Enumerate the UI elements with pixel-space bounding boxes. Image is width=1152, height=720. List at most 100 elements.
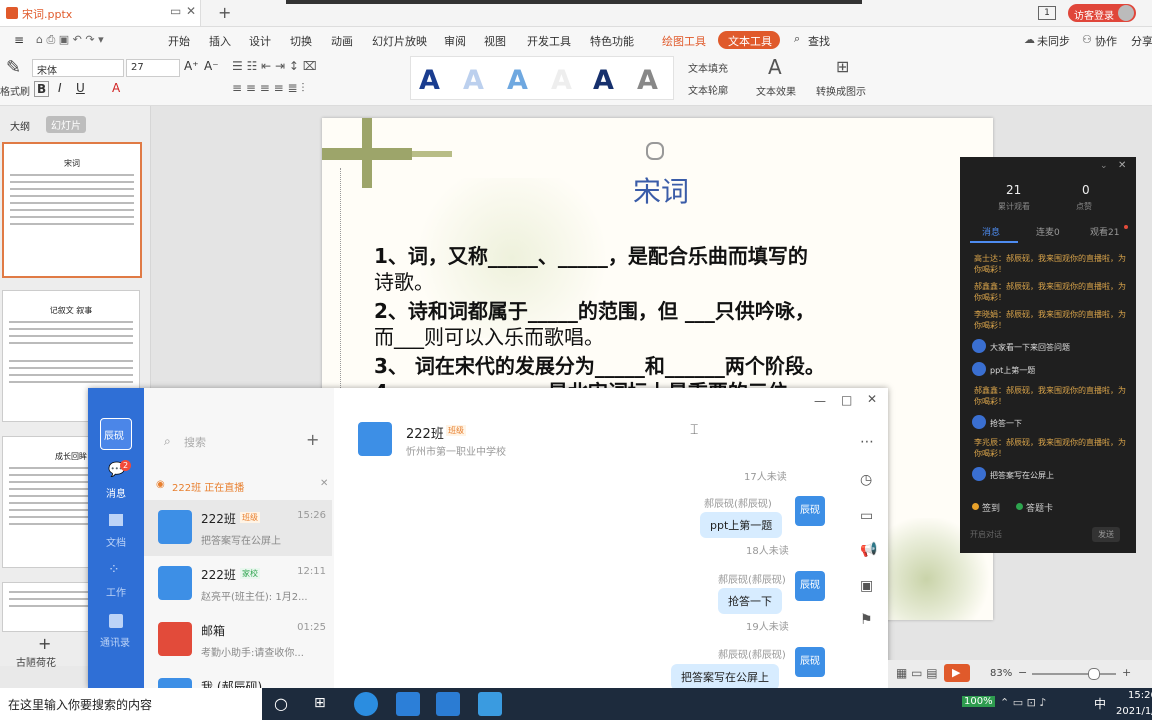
sign-in-button[interactable]: 签到: [982, 501, 1000, 514]
multitask-icon[interactable]: ⊞: [314, 695, 326, 711]
tab-outline[interactable]: 大纲: [10, 118, 30, 133]
maximize-icon[interactable]: □: [841, 393, 852, 407]
tab-window-icon[interactable]: ▭: [170, 4, 181, 18]
underline-button[interactable]: U: [76, 81, 85, 95]
send-button[interactable]: 发送: [1092, 527, 1120, 542]
live-camera-icon[interactable]: ▣: [860, 578, 873, 594]
slide-line-2[interactable]: 诗歌。: [374, 266, 434, 295]
tray-icons[interactable]: ⌃ ▭ ⊡ ♪: [1000, 696, 1046, 709]
close-icon[interactable]: ✕: [867, 392, 877, 406]
nav-messages[interactable]: 消息: [106, 485, 126, 500]
search-icon[interactable]: ⌕: [794, 32, 800, 46]
taskbar-search[interactable]: 在这里输入你要搜索的内容: [0, 688, 262, 720]
message-bubble[interactable]: ppt上第一题: [700, 512, 783, 538]
menu-search[interactable]: 查找: [808, 33, 830, 49]
rotate-handle-icon[interactable]: [646, 142, 664, 160]
browser-icon[interactable]: [354, 692, 378, 716]
zoom-out-icon[interactable]: −: [1018, 666, 1027, 679]
list-icons[interactable]: ☰ ☷ ⇤ ⇥ ↕ ⌧: [232, 59, 317, 73]
quick-tools-icons[interactable]: ⌂ ⎙ ▣ ↶ ↷ ▾: [36, 33, 104, 47]
more-icon[interactable]: ⋯: [860, 434, 874, 450]
text-fill-button[interactable]: 文本填充: [688, 60, 728, 75]
wordart-style-3[interactable]: A: [507, 65, 528, 96]
slide-line-1[interactable]: 1、词，又称_____、_____，是配合乐曲而填写的: [374, 240, 808, 269]
zoom-slider[interactable]: [1032, 673, 1116, 675]
wordart-style-2[interactable]: A: [463, 65, 484, 96]
clock-time[interactable]: 15:26: [1128, 690, 1152, 701]
menu-insert[interactable]: 插入: [209, 33, 231, 49]
nav-work[interactable]: 工作: [106, 584, 126, 599]
format-painter-label[interactable]: 格式刷: [0, 83, 30, 98]
tab-slides[interactable]: 幻灯片: [46, 116, 86, 133]
play-button[interactable]: ▶: [944, 664, 970, 682]
zoom-level[interactable]: 83%: [990, 668, 1012, 679]
search-input[interactable]: 搜索: [184, 434, 206, 450]
add-chat-button[interactable]: +: [306, 430, 319, 449]
answer-card-button[interactable]: 答题卡: [1026, 501, 1053, 514]
text-outline-button[interactable]: 文本轮廓: [688, 82, 728, 97]
ime-indicator[interactable]: 中: [1094, 695, 1106, 712]
text-effect-button[interactable]: 文本效果: [756, 83, 796, 98]
tab-messages[interactable]: 消息: [982, 225, 1000, 238]
live-banner[interactable]: 222班 正在直播: [172, 479, 244, 494]
close-tab-icon[interactable]: ✕: [186, 4, 196, 18]
task-view-icon[interactable]: ○: [274, 694, 288, 713]
brush-icon[interactable]: ✎: [6, 57, 21, 78]
slide-line-4[interactable]: 而___则可以入乐而歌唱。: [374, 321, 604, 350]
close-icon[interactable]: ✕: [1118, 160, 1126, 171]
message-bubble[interactable]: 抢答一下: [718, 588, 782, 614]
zoom-in-icon[interactable]: +: [1122, 666, 1131, 679]
wordart-style-5[interactable]: A: [593, 65, 614, 96]
nav-docs[interactable]: 文档: [106, 534, 126, 549]
wordart-style-4[interactable]: A: [551, 65, 572, 96]
menu-transition[interactable]: 切换: [290, 33, 312, 49]
sync-status[interactable]: 未同步: [1037, 33, 1070, 49]
menu-collab[interactable]: 协作: [1095, 33, 1117, 49]
close-banner-icon[interactable]: ✕: [320, 478, 328, 489]
font-name-select[interactable]: 宋体: [32, 59, 124, 77]
add-slide-button[interactable]: +: [38, 634, 51, 653]
wps-icon[interactable]: [396, 692, 420, 716]
history-icon[interactable]: ◷: [860, 472, 872, 488]
menu-devtools[interactable]: 开发工具: [527, 33, 571, 49]
conversation-item[interactable]: 邮箱 01:25 考勤小助手:请查收你...: [144, 612, 332, 668]
bold-button[interactable]: B: [34, 81, 50, 97]
menu-features[interactable]: 特色功能: [590, 33, 634, 49]
folder-icon[interactable]: ▭: [860, 508, 873, 524]
work-icon[interactable]: ⁘: [108, 562, 120, 578]
slide-thumbnail-1[interactable]: 宋词: [2, 142, 142, 278]
zoom-slider-handle[interactable]: [1088, 668, 1100, 680]
slide-line-3[interactable]: 2、诗和词都属于_____的范围，但 ___只供吟咏，: [374, 295, 815, 324]
announce-icon[interactable]: 📢: [860, 542, 877, 558]
app-logo[interactable]: 辰砚: [100, 418, 132, 450]
chat-app-icon[interactable]: [436, 692, 460, 716]
conversation-item[interactable]: 222班 家校 12:11 赵亮平(班主任): 1月2...: [144, 556, 332, 612]
menu-drawing-tools[interactable]: 绘图工具: [662, 33, 706, 49]
document-icon[interactable]: [109, 514, 123, 526]
menu-animation[interactable]: 动画: [331, 33, 353, 49]
convert-button[interactable]: 转换成图示: [816, 83, 866, 98]
menu-view[interactable]: 视图: [484, 33, 506, 49]
menu-review[interactable]: 审阅: [444, 33, 466, 49]
font-grow-icon[interactable]: A⁺: [184, 59, 199, 73]
chat-input[interactable]: 开启对话: [970, 529, 1002, 540]
add-tab-button[interactable]: +: [218, 3, 231, 22]
tab-mic[interactable]: 连麦0: [1036, 225, 1060, 238]
view-icons[interactable]: ▦ ▭ ▤: [896, 666, 938, 680]
font-size-select[interactable]: 27: [126, 59, 180, 77]
taskbar-search-input[interactable]: 在这里输入你要搜索的内容: [8, 696, 152, 713]
document-tab[interactable]: 宋词.pptx ▭ ✕: [0, 0, 201, 26]
menu-share[interactable]: 分享: [1131, 33, 1152, 49]
menu-design[interactable]: 设计: [249, 33, 271, 49]
slide-line-5[interactable]: 3、 词在宋代的发展分为_____和______两个阶段。: [374, 350, 825, 379]
menu-text-tools[interactable]: 文本工具: [718, 31, 780, 49]
font-shrink-icon[interactable]: A⁻: [204, 59, 219, 73]
wordart-gallery[interactable]: A A A A A A: [410, 56, 674, 100]
slide-title[interactable]: 宋词: [633, 170, 689, 210]
menu-home[interactable]: 开始: [168, 33, 190, 49]
contacts-icon[interactable]: [109, 614, 123, 628]
conversation-item[interactable]: 222班 班级 15:26 把答案写在公屏上: [144, 500, 332, 556]
minimize-icon[interactable]: —: [814, 394, 826, 408]
wordart-style-6[interactable]: A: [637, 65, 658, 96]
tab-viewers[interactable]: 观看21: [1090, 225, 1119, 238]
